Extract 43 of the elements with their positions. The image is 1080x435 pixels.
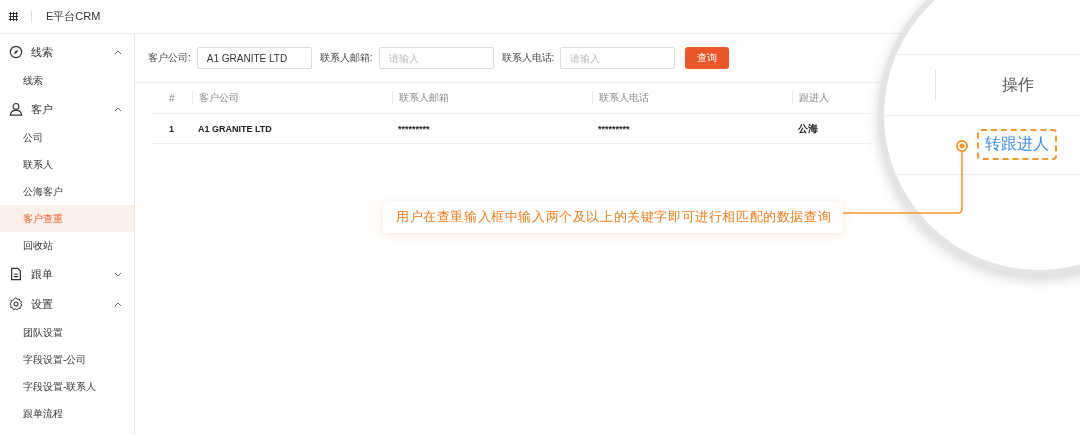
chevron-icon [114,49,122,55]
column-header: 跟进人 [799,91,829,105]
app-title: E平台CRM [46,9,101,24]
menu-item[interactable]: 公司 [0,124,134,151]
menu-group[interactable]: 跟单 [0,259,134,289]
document-icon [9,267,23,281]
compass-icon [9,45,23,59]
input-field[interactable]: 请输入 [378,47,494,69]
table-cell: A1 GRANITE LTD [198,123,272,134]
table-cell: 公海 [798,121,818,136]
filter-label: 联系人电话: [501,51,555,65]
settings-icon [9,297,23,311]
table-cell: ********* [398,123,430,134]
menu-item[interactable]: 回收站 [0,232,134,259]
menu-item[interactable]: 跟单流程 [0,400,134,427]
table-cell: 1 [169,123,174,134]
transfer-link[interactable]: 转跟进人 [977,129,1057,160]
filter-label: 客户公司: [148,51,191,65]
search-button[interactable]: 查询 [685,47,730,69]
menu-group[interactable]: 线索 [0,37,134,67]
user-icon [9,102,23,116]
callout-text: 用户在查重输入框中输入两个及以上的关键字即可进行相匹配的数据查询 [383,201,844,233]
chevron-icon [114,301,122,307]
apps-icon[interactable] [9,12,18,21]
filter-label: 联系人邮箱: [319,51,373,65]
menu-item[interactable]: 联系人 [0,151,134,178]
column-header: 联系人电话 [599,91,649,105]
chevron-icon [114,271,122,277]
menu-item[interactable]: 字段设置-公司 [0,346,134,373]
column-header: # [169,92,175,104]
column-header: 操作 [1002,74,1034,95]
column-header: 联系人邮箱 [399,91,449,105]
chevron-icon [114,106,122,112]
menu-item[interactable]: 字段设置-联系人 [0,373,134,400]
menu-item[interactable]: 公海客户 [0,178,134,205]
table-cell: ********* [598,123,630,134]
menu-group[interactable]: 客户 [0,94,134,124]
input-field[interactable]: A1 GRANITE LTD [196,47,312,69]
menu-item[interactable]: 线索 [0,67,134,94]
menu-item[interactable]: 团队设置 [0,319,134,346]
input-field[interactable]: 请输入 [560,47,676,69]
menu-group[interactable]: 设置 [0,289,134,319]
column-header: 客户公司 [199,91,239,105]
